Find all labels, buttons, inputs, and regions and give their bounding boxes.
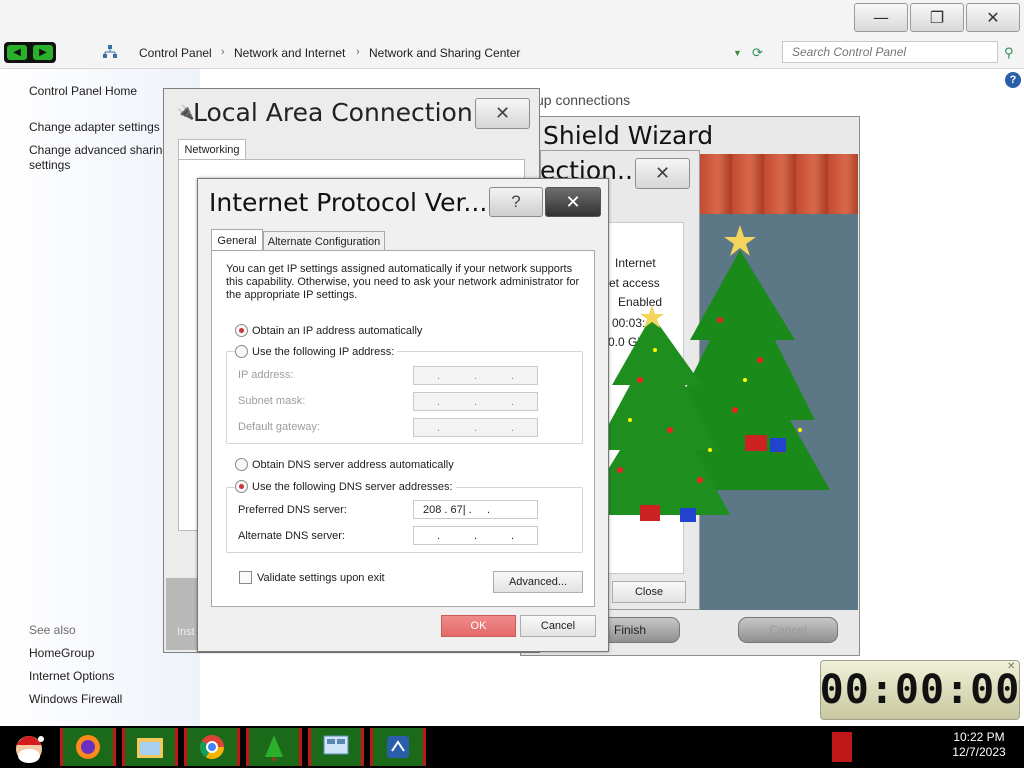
roof-tiles-image <box>700 154 858 214</box>
use-ip-radio[interactable]: Use the following IP address: <box>235 345 398 358</box>
search-box <box>782 41 998 63</box>
preferred-dns-input[interactable]: 208 . 67| . . <box>413 500 538 519</box>
dropdown-arrow-icon[interactable]: ▼ <box>733 48 742 58</box>
back-arrow-icon[interactable]: ◀ <box>7 45 27 60</box>
windows-firewall-link[interactable]: Windows Firewall <box>29 692 122 706</box>
internet-options-link[interactable]: Internet Options <box>29 669 114 683</box>
tab-alternate-configuration[interactable]: Alternate Configuration <box>263 231 385 251</box>
timer-close-icon[interactable]: ✕ <box>1007 661 1015 672</box>
ipv4-close-button[interactable]: ✕ <box>545 187 601 217</box>
tab-general[interactable]: General <box>211 229 263 251</box>
change-advanced-sharing-link-line2[interactable]: settings <box>29 158 70 172</box>
lac-dialog-title: Local Area Connection... <box>193 98 497 127</box>
close-button[interactable]: ✕ <box>966 3 1020 32</box>
preferred-dns-label: Preferred DNS server: <box>238 504 347 516</box>
breadcrumb-control-panel[interactable]: Control Panel <box>139 46 212 60</box>
system-clock[interactable]: 10:22 PM 12/7/2023 <box>944 730 1014 760</box>
maximize-button[interactable]: ❐ <box>910 3 964 32</box>
taskbar-firefox-icon[interactable] <box>60 728 116 766</box>
see-also-heading: See also <box>29 623 76 637</box>
ip-address-label: IP address: <box>238 369 294 381</box>
help-icon[interactable]: ? <box>1005 72 1021 88</box>
change-advanced-sharing-link[interactable]: Change advanced sharing <box>29 143 169 157</box>
lac-lower-area <box>166 578 200 650</box>
radio-selected-icon[interactable] <box>235 324 248 337</box>
ipv4-dialog-title: Internet Protocol Ver... <box>209 188 488 217</box>
tray-flag-icon[interactable] <box>832 732 852 762</box>
ipv4-help-button[interactable]: ? <box>489 187 543 217</box>
minimize-button[interactable]: — <box>854 3 908 32</box>
ipv4-description: You can get IP settings assigned automat… <box>226 263 580 301</box>
control-panel-home-link[interactable]: Control Panel Home <box>29 84 137 98</box>
ip-address-input[interactable]: ... <box>413 366 538 385</box>
obtain-dns-radio[interactable]: Obtain DNS server address automatically <box>235 458 454 471</box>
alternate-dns-label: Alternate DNS server: <box>238 530 345 542</box>
clock-date: 12/7/2023 <box>952 745 1006 759</box>
lac-close-button[interactable]: ✕ <box>475 98 530 129</box>
change-adapter-settings-link[interactable]: Change adapter settings <box>29 120 160 134</box>
timer-display: 00:00:00 <box>819 667 1021 713</box>
use-dns-label: Use the following DNS server addresses: <box>252 480 453 493</box>
breadcrumb-network-sharing-center[interactable]: Network and Sharing Center <box>369 46 520 60</box>
validate-checkbox-row[interactable]: Validate settings upon exit <box>239 571 385 584</box>
taskbar-tree-icon[interactable] <box>246 728 302 766</box>
alternate-dns-input[interactable]: ... <box>413 526 538 545</box>
clock-time: 10:22 PM <box>953 730 1005 744</box>
wizard-install-fragment: Inst <box>177 626 195 638</box>
use-ip-label: Use the following IP address: <box>252 345 395 358</box>
obtain-dns-label: Obtain DNS server address automatically <box>252 458 454 471</box>
taskbar-network-icon[interactable] <box>370 728 426 766</box>
nav-buttons: ◀ ▶ <box>4 42 56 63</box>
breadcrumb-separator-icon[interactable]: › <box>356 46 360 58</box>
status-close-text-button[interactable]: Close <box>612 581 686 603</box>
network-adapter-icon: 🔌 <box>177 104 195 120</box>
wizard-cancel-button[interactable]: Cancel <box>738 617 838 643</box>
default-gateway-label: Default gateway: <box>238 421 320 433</box>
tab-networking[interactable]: Networking <box>178 139 246 160</box>
subnet-mask-input[interactable]: ... <box>413 392 538 411</box>
start-santa-icon[interactable] <box>4 728 54 766</box>
breadcrumb-network-and-internet[interactable]: Network and Internet <box>234 46 345 60</box>
validate-checkbox[interactable] <box>239 571 252 584</box>
main-heading-fragment: up connections <box>536 92 631 108</box>
validate-label: Validate settings upon exit <box>257 571 385 584</box>
shield-wizard-title: Shield Wizard <box>543 121 714 150</box>
use-dns-radio[interactable]: Use the following DNS server addresses: <box>235 480 456 493</box>
refresh-icon[interactable]: ⟳ <box>752 45 763 61</box>
subnet-mask-label: Subnet mask: <box>238 395 306 407</box>
breadcrumb-separator-icon[interactable]: › <box>221 46 225 58</box>
radio-unselected-icon[interactable] <box>235 458 248 471</box>
advanced-button[interactable]: Advanced... <box>493 571 583 593</box>
search-icon[interactable]: ⚲ <box>1004 45 1014 61</box>
radio-selected-icon[interactable] <box>235 480 248 493</box>
search-input[interactable] <box>790 44 970 60</box>
network-icon <box>103 45 117 59</box>
countdown-timer: 00:00:00 <box>820 660 1020 720</box>
cancel-button[interactable]: Cancel <box>520 615 596 637</box>
radio-unselected-icon[interactable] <box>235 345 248 358</box>
obtain-ip-radio[interactable]: Obtain an IP address automatically <box>235 324 422 337</box>
forward-arrow-icon[interactable]: ▶ <box>33 45 53 60</box>
ok-button[interactable]: OK <box>441 615 516 637</box>
homegroup-link[interactable]: HomeGroup <box>29 646 94 660</box>
obtain-ip-label: Obtain an IP address automatically <box>252 324 423 337</box>
taskbar-explorer-icon[interactable] <box>122 728 178 766</box>
taskbar-control-panel-icon[interactable] <box>308 728 364 766</box>
status-close-button[interactable]: ✕ <box>635 158 690 189</box>
default-gateway-input[interactable]: ... <box>413 418 538 437</box>
taskbar-chrome-icon[interactable] <box>184 728 240 766</box>
